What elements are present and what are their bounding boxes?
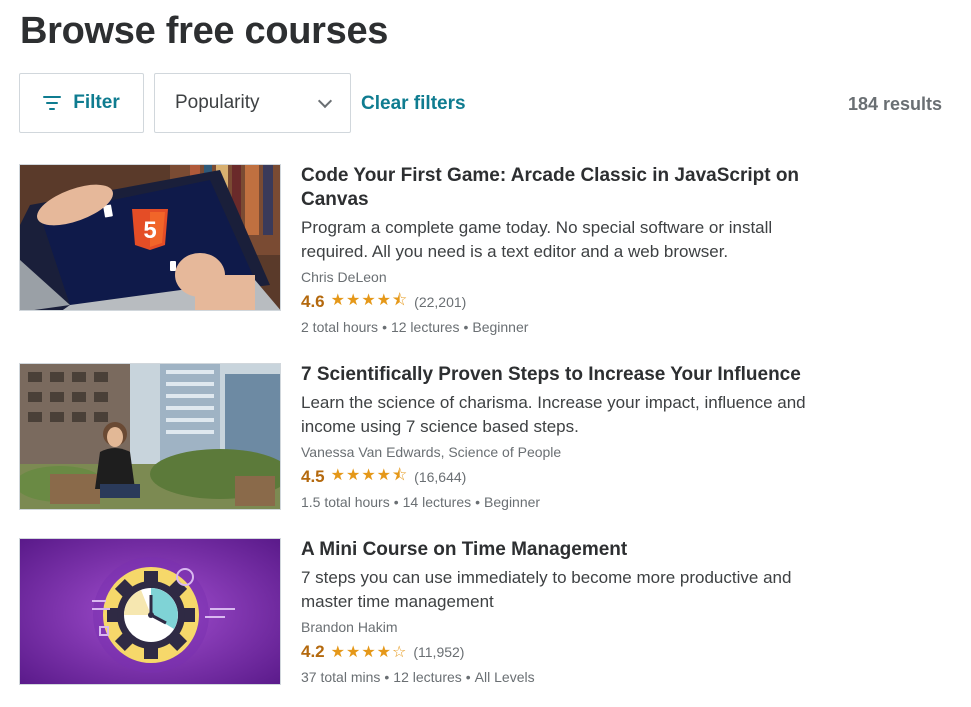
course-thumbnail[interactable] (19, 538, 281, 685)
course-lectures: 14 lectures (402, 494, 472, 510)
filter-button[interactable]: Filter (19, 73, 144, 133)
sort-value: Popularity (175, 92, 260, 113)
course-lectures: 12 lectures (393, 669, 462, 685)
course-author: Vanessa Van Edwards, Science of People (301, 444, 562, 460)
page-title: Browse free courses (20, 10, 389, 52)
rating-count: (22,201) (414, 294, 467, 310)
star-rating-icon: ★★★★⯪ (330, 466, 409, 484)
clear-filters-link[interactable]: Clear filters (361, 93, 466, 115)
rating-value: 4.5 (301, 467, 325, 486)
course-level: All Levels (474, 669, 535, 685)
course-card[interactable]: A Mini Course on Time Management 7 steps… (19, 538, 819, 707)
separator-dot: • (463, 319, 469, 335)
chevron-down-icon (317, 93, 333, 109)
html5-laptop-icon: 5 (20, 165, 280, 310)
course-meta: 2 total hours • 12 lectures • Beginner (301, 317, 821, 337)
course-lectures: 12 lectures (390, 319, 460, 335)
separator-dot: • (393, 494, 399, 510)
clock-gear-icon (20, 539, 280, 684)
rating-count: (16,644) (414, 469, 467, 485)
filter-icon (43, 96, 62, 110)
svg-text:5: 5 (143, 217, 156, 244)
star-rating-icon: ★★★★⯪ (330, 291, 409, 309)
course-duration: 2 total hours (301, 319, 379, 335)
rating-row: 4.2 ★★★★☆ (11,952) (301, 641, 821, 663)
star-rating-icon: ★★★★☆ (330, 644, 408, 661)
rating-value: 4.2 (301, 642, 325, 661)
separator-dot: • (382, 319, 387, 335)
sort-dropdown[interactable]: Popularity (154, 73, 351, 133)
course-author: Brandon Hakim (301, 619, 398, 635)
rating-row: 4.5 ★★★★⯪ (16,644) (301, 466, 821, 488)
course-level: Beginner (484, 494, 541, 510)
filter-label: Filter (73, 92, 120, 113)
results-count: 184 results (847, 94, 942, 114)
course-duration: 1.5 total hours (301, 494, 390, 510)
course-author: Chris DeLeon (301, 269, 387, 285)
course-description: Learn the science of charisma. Increase … (301, 393, 806, 436)
course-description: 7 steps you can use immediately to becom… (301, 568, 792, 611)
separator-dot: • (384, 669, 390, 685)
rooftop-portrait-image (20, 364, 280, 509)
course-meta: 1.5 total hours • 14 lectures • Beginner (301, 492, 821, 512)
separator-dot: • (475, 494, 481, 510)
rating-row: 4.6 ★★★★⯪ (22,201) (301, 291, 821, 313)
rating-count: (11,952) (413, 644, 465, 660)
course-title[interactable]: Code Your First Game: Arcade Classic in … (301, 164, 821, 212)
course-thumbnail[interactable] (19, 363, 281, 510)
course-card[interactable]: 7 Scientifically Proven Steps to Increas… (19, 363, 819, 543)
rating-value: 4.6 (301, 292, 325, 311)
course-level: Beginner (472, 319, 529, 335)
course-title[interactable]: A Mini Course on Time Management (301, 538, 821, 562)
course-card[interactable]: 5 Code Your First Game: Arcade Classic i… (19, 164, 819, 344)
course-description: Program a complete game today. No specia… (301, 218, 773, 261)
course-meta: 37 total mins • 12 lectures • All Levels (301, 667, 821, 687)
course-duration: 37 total mins (301, 669, 381, 685)
separator-dot: • (465, 669, 471, 685)
course-title[interactable]: 7 Scientifically Proven Steps to Increas… (301, 363, 821, 387)
course-thumbnail[interactable]: 5 (19, 164, 281, 311)
